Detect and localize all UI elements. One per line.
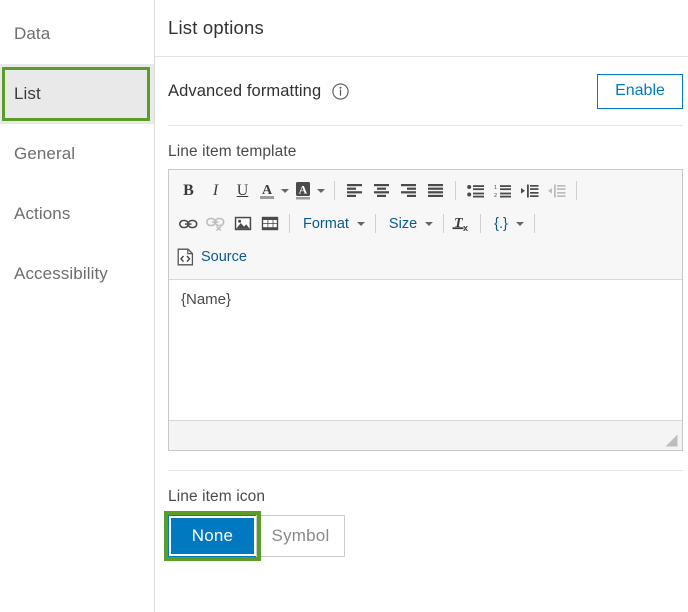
sidebar-item-label: Actions [14, 204, 71, 223]
toolbar-separator [455, 181, 456, 200]
format-dropdown-label: Format [303, 215, 349, 232]
enable-advanced-formatting-button[interactable]: Enable [597, 73, 683, 109]
svg-text:2: 2 [494, 193, 497, 198]
editor-footer [169, 420, 682, 450]
text-color-caret-icon[interactable] [278, 177, 292, 204]
editor-content-text: {Name} [181, 291, 232, 308]
background-color-icon[interactable]: A [292, 177, 314, 204]
toolbar-separator [480, 214, 482, 233]
line-item-icon-label: Line item icon [168, 488, 266, 505]
sidebar-item-label: General [14, 144, 76, 163]
sidebar-item-actions[interactable]: Actions [0, 184, 154, 244]
decrease-indent-icon [543, 177, 570, 204]
line-item-template-label: Line item template [168, 143, 297, 160]
toolbar-row-3: Source [175, 240, 676, 273]
editor-toolbar: B I U A A 1 2 Format Size T x {.} Source [169, 170, 682, 280]
advanced-formatting-label: Advanced formatting [168, 81, 322, 100]
svg-text:x: x [463, 223, 468, 232]
sidebar-item-label: Accessibility [14, 264, 108, 283]
source-button[interactable]: Source [175, 243, 247, 270]
format-dropdown[interactable]: Format [296, 210, 369, 237]
numbered-list-icon[interactable]: 1 2 [489, 177, 516, 204]
underline-icon[interactable]: U [229, 177, 256, 204]
page-title: List options [168, 17, 264, 38]
field-dropdown[interactable]: {.} [487, 210, 528, 237]
italic-icon[interactable]: I [202, 177, 229, 204]
source-label: Source [201, 248, 247, 265]
chevron-down-icon [425, 221, 434, 226]
section-divider [168, 470, 683, 471]
background-color-caret-icon[interactable] [314, 177, 328, 204]
none-button-label: None [191, 526, 234, 545]
panel-header: List options [155, 0, 688, 57]
panel-body: Advanced formatting Enable Line item tem… [155, 57, 688, 561]
enable-button-label: Enable [615, 82, 665, 99]
line-item-icon-segmented-control: None Symbol [164, 511, 348, 561]
svg-text:A: A [262, 183, 273, 198]
bulleted-list-icon[interactable] [462, 177, 489, 204]
sidebar-item-label: Data [14, 24, 51, 43]
advanced-formatting-row: Advanced formatting Enable [168, 57, 683, 126]
editor-content-area[interactable]: {Name} [169, 280, 682, 420]
symbol-button-label: Symbol [271, 526, 330, 545]
remove-format-icon[interactable]: T x [450, 210, 474, 237]
sidebar-item-general[interactable]: General [0, 124, 154, 184]
toolbar-separator [334, 181, 335, 200]
unlink-icon [202, 210, 229, 237]
toolbar-separator [443, 214, 445, 233]
increase-indent-icon[interactable] [516, 177, 543, 204]
align-right-icon[interactable] [395, 177, 422, 204]
size-dropdown[interactable]: Size [382, 210, 437, 237]
size-dropdown-label: Size [388, 215, 418, 232]
align-left-icon[interactable] [341, 177, 368, 204]
chevron-down-icon [515, 221, 524, 226]
toolbar-separator [533, 214, 535, 233]
sidebar-item-accessibility[interactable]: Accessibility [0, 244, 154, 304]
source-code-icon [177, 248, 194, 266]
resize-handle-icon[interactable] [665, 434, 678, 447]
toolbar-separator [374, 214, 376, 233]
svg-text:1: 1 [494, 185, 497, 191]
sidebar-item-list[interactable]: List [0, 64, 154, 124]
toolbar-separator [289, 214, 290, 233]
align-center-icon[interactable] [368, 177, 395, 204]
list-options-panel: Data List General Actions Accessibility … [0, 0, 688, 612]
sidebar-item-data[interactable]: Data [0, 4, 154, 64]
main-content: List options Advanced formatting Enable [155, 0, 688, 612]
bold-icon[interactable]: B [175, 177, 202, 204]
svg-text:A: A [299, 183, 308, 197]
table-icon[interactable] [256, 210, 283, 237]
settings-sidebar: Data List General Actions Accessibility [0, 0, 155, 612]
align-justify-icon[interactable] [422, 177, 449, 204]
toolbar-separator [576, 181, 577, 200]
chevron-down-icon [356, 221, 365, 226]
line-item-icon-symbol-button[interactable]: Symbol [256, 515, 345, 557]
line-item-icon-none-button[interactable]: None [168, 515, 257, 557]
link-icon[interactable] [175, 210, 202, 237]
sidebar-item-label: List [14, 84, 41, 103]
text-color-icon[interactable]: A [256, 177, 278, 204]
toolbar-row-1: B I U A A 1 2 [175, 174, 676, 207]
field-dropdown-label: {.} [494, 215, 508, 232]
toolbar-row-2: Format Size T x {.} [175, 207, 676, 240]
rich-text-editor: B I U A A 1 2 Format Size T x {.} Source… [168, 169, 683, 451]
image-icon[interactable] [229, 210, 256, 237]
info-circle-icon[interactable] [332, 82, 349, 100]
